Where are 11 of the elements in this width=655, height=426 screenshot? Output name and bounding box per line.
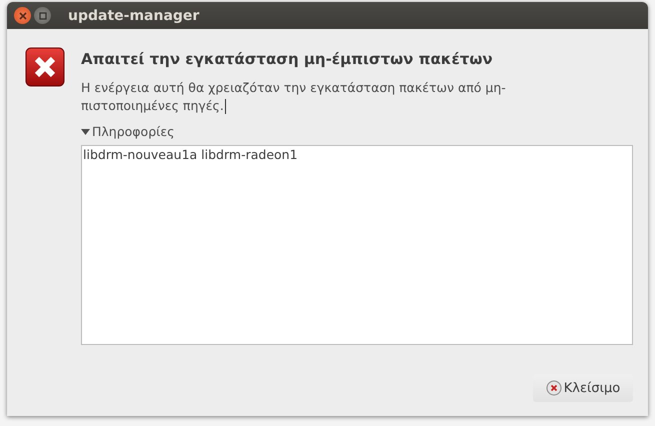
window-title: update-manager: [68, 8, 200, 24]
close-icon[interactable]: [14, 7, 31, 24]
details-text-area[interactable]: libdrm-nouveau1a libdrm-radeon1: [81, 145, 633, 345]
details-expander[interactable]: Πληροφορίες: [81, 124, 174, 139]
error-icon: [25, 47, 65, 87]
cancel-icon: [546, 380, 562, 396]
maximize-icon[interactable]: [34, 7, 51, 24]
triangle-icon: [81, 127, 90, 136]
dialog-heading: Απαιτεί την εγκατάσταση μη-έμπιστων πακέτων: [81, 50, 494, 68]
dialog-message: Η ενέργεια αυτή θα χρειαζόταν την εγκατάσταση πακέτων από μη-πιστοποιημένες πηγές.: [81, 79, 507, 115]
text-cursor: [224, 99, 226, 114]
